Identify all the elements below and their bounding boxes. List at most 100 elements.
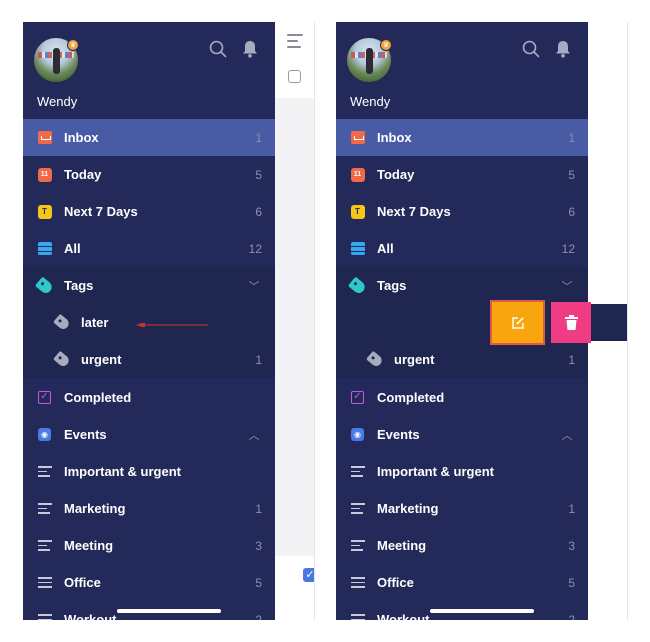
sidebar-item-next-7-days[interactable]: T Next 7 Days 6: [336, 193, 588, 230]
sidebar-item-label: Tags: [64, 278, 94, 293]
checked-checkbox-icon[interactable]: ✓: [616, 568, 627, 582]
item-count: 1: [255, 352, 262, 367]
chevron-up-icon[interactable]: ︿: [247, 427, 261, 443]
sidebar-item-marketing[interactable]: Marketing 1: [336, 490, 588, 527]
premium-crown-icon: ♛: [67, 39, 79, 51]
item-count: 6: [568, 204, 575, 219]
sidebar-item-inbox[interactable]: Inbox 1: [336, 119, 588, 156]
main-content-peek: ✓: [275, 22, 314, 620]
task-checkbox[interactable]: [601, 70, 614, 83]
sidebar-item-all[interactable]: All 12: [23, 230, 275, 267]
menu-icon[interactable]: [600, 34, 616, 48]
edit-tag-button[interactable]: [490, 300, 545, 345]
item-count: 5: [568, 575, 575, 590]
check-square-icon: ✓: [38, 391, 51, 404]
sidebar-item-label: Marketing: [64, 501, 126, 516]
item-count: 6: [255, 204, 262, 219]
sidebar-item-label: All: [64, 241, 81, 256]
sidebar-item-label: Next 7 Days: [64, 204, 138, 219]
stack-icon: [37, 242, 52, 255]
home-indicator[interactable]: [430, 609, 534, 613]
sidebar-item-tags[interactable]: Tags ﹀: [23, 267, 275, 304]
item-count: 2: [255, 612, 262, 621]
item-count: 1: [255, 130, 262, 145]
item-count: 1: [568, 501, 575, 516]
sidebar-item-label: Events: [64, 427, 107, 442]
search-icon[interactable]: [209, 40, 227, 58]
sidebar-item-marketing[interactable]: Marketing 1: [23, 490, 275, 527]
sidebar-item-label: Marketing: [377, 501, 439, 516]
profile-header: ♛ Wendy: [23, 22, 275, 118]
sidebar-item-events[interactable]: ◉ Events ︿: [23, 416, 275, 453]
tag-icon: [365, 350, 384, 369]
list-filter-icon: [37, 503, 52, 514]
task-checkbox[interactable]: [288, 70, 301, 83]
user-name: Wendy: [37, 94, 78, 109]
bell-icon[interactable]: [242, 40, 258, 58]
search-icon[interactable]: [522, 40, 540, 58]
sidebar-item-events[interactable]: ◉ Events ︿: [336, 416, 588, 453]
sidebar-item-label: urgent: [394, 352, 435, 367]
calendar-today-icon: 11: [37, 167, 52, 182]
sidebar-item-next-7-days[interactable]: T Next 7 Days 6: [23, 193, 275, 230]
sidebar-item-office[interactable]: Office 5: [23, 564, 275, 601]
check-square-icon: ✓: [351, 391, 364, 404]
item-count: 12: [248, 241, 262, 256]
sidebar-item-tags[interactable]: Tags ﹀: [336, 267, 588, 304]
trash-icon: [564, 315, 578, 330]
sidebar-item-label: Important & urgent: [377, 464, 494, 479]
phone-screen-left: ♛ Wendy Inbox 1 11 Today 5 T Next 7 Days…: [23, 22, 315, 620]
item-count: 1: [255, 501, 262, 516]
edit-icon: [511, 316, 524, 329]
calendar-rss-icon: ◉: [38, 428, 51, 441]
item-count: 5: [255, 575, 262, 590]
calendar-week-icon: T: [37, 204, 52, 219]
sidebar-item-all[interactable]: All 12: [336, 230, 588, 267]
list-icon: [37, 577, 52, 588]
sidebar-item-office[interactable]: Office 5: [336, 564, 588, 601]
home-indicator[interactable]: [117, 609, 221, 613]
tag-icon: [52, 350, 71, 369]
sidebar-item-today[interactable]: 11 Today 5: [336, 156, 588, 193]
sidebar-item-tag-urgent[interactable]: urgent 1: [23, 341, 275, 378]
sidebar-item-meeting[interactable]: Meeting 3: [336, 527, 588, 564]
delete-tag-button[interactable]: [551, 302, 591, 343]
menu-icon[interactable]: [287, 34, 303, 48]
sidebar-item-label: Workout: [377, 612, 430, 620]
sidebar-item-important-urgent[interactable]: Important & urgent: [23, 453, 275, 490]
sidebar-item-label: Next 7 Days: [377, 204, 451, 219]
sidebar-item-meeting[interactable]: Meeting 3: [23, 527, 275, 564]
calendar-rss-icon: ◉: [351, 428, 364, 441]
sidebar-item-label: Office: [377, 575, 414, 590]
sidebar-item-completed[interactable]: ✓ Completed: [23, 379, 275, 416]
checked-checkbox-icon[interactable]: ✓: [303, 568, 314, 582]
user-name: Wendy: [350, 94, 391, 109]
sidebar-item-inbox[interactable]: Inbox 1: [23, 119, 275, 156]
chevron-down-icon[interactable]: ﹀: [560, 278, 574, 294]
item-count: 5: [255, 167, 262, 182]
sidebar-item-label: Tags: [377, 278, 407, 293]
bell-icon[interactable]: [555, 40, 571, 58]
filter-icon: [37, 466, 52, 477]
sidebar-item-important-urgent[interactable]: Important & urgent: [336, 453, 588, 490]
item-count: 3: [568, 538, 575, 553]
sidebar-item-completed[interactable]: ✓ Completed: [336, 379, 588, 416]
item-count: 3: [255, 538, 262, 553]
swipe-actions: [490, 300, 627, 345]
chevron-down-icon[interactable]: ﹀: [247, 278, 261, 294]
profile-header: ♛ Wendy: [336, 22, 588, 118]
sidebar-item-label: Completed: [377, 390, 445, 405]
sidebar-item-label: Completed: [64, 390, 132, 405]
chevron-up-icon[interactable]: ︿: [560, 427, 574, 443]
list-icon: [350, 614, 365, 620]
sidebar-item-label: Today: [64, 167, 102, 182]
sidebar-item-today[interactable]: 11 Today 5: [23, 156, 275, 193]
item-count: 2: [568, 612, 575, 621]
tag-icon: [347, 276, 368, 295]
sidebar-item-tag-urgent[interactable]: urgent 1: [336, 341, 588, 378]
sidebar-drawer: ♛ Wendy Inbox 1 11 Today 5 T Next 7 Days…: [23, 22, 275, 620]
sidebar-item-label: Inbox: [64, 130, 99, 145]
sidebar-item-label: Today: [377, 167, 415, 182]
filter-icon: [350, 466, 365, 477]
list-icon: [37, 614, 52, 620]
